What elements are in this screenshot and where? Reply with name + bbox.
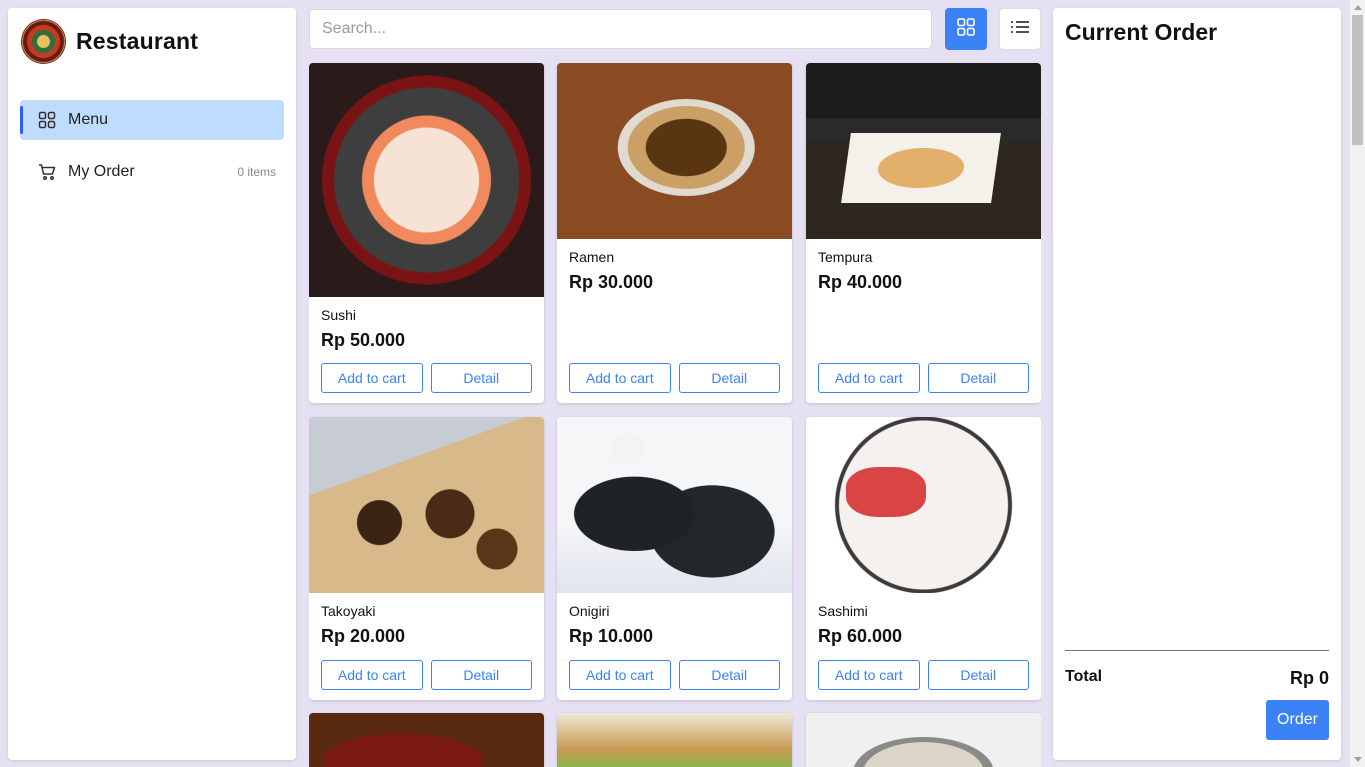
menu-card-tempura: Tempura Rp 40.000 Add to cart Detail	[806, 63, 1041, 403]
grid-view-button[interactable]	[945, 8, 987, 50]
item-price: Rp 60.000	[818, 626, 903, 646]
item-price: Rp 10.000	[569, 626, 654, 646]
item-price: Rp 50.000	[321, 330, 406, 350]
menu-card-sashimi: Sashimi Rp 60.000 Add to cart Detail	[806, 417, 1041, 700]
sidebar-item-menu[interactable]: Menu	[20, 100, 284, 140]
sidebar-item-my-order[interactable]: My Order 0 items	[20, 152, 284, 192]
restaurant-logo-icon	[22, 20, 65, 63]
detail-button[interactable]: Detail	[927, 363, 1029, 393]
brand[interactable]: Restaurant	[22, 20, 198, 63]
sidebar-item-label: Menu	[68, 111, 109, 128]
current-order-panel: Current Order Total Rp 0 Order	[1053, 8, 1341, 760]
detail-button[interactable]: Detail	[430, 363, 532, 393]
add-to-cart-button[interactable]: Add to cart	[321, 660, 423, 690]
order-count-badge: 0 items	[237, 165, 276, 179]
page-scrollbar[interactable]	[1350, 0, 1365, 767]
food-image	[806, 713, 1041, 767]
scroll-down-arrow-icon[interactable]	[1354, 757, 1362, 762]
order-button[interactable]: Order	[1266, 700, 1329, 740]
sidebar-item-label: My Order	[68, 163, 135, 180]
ramen-image	[557, 63, 792, 239]
item-name: Tempura	[818, 249, 873, 265]
detail-button[interactable]: Detail	[430, 660, 532, 690]
list-view-button[interactable]	[999, 8, 1041, 50]
brand-name: Restaurant	[76, 28, 199, 54]
order-title: Current Order	[1065, 19, 1218, 45]
scroll-up-arrow-icon[interactable]	[1354, 5, 1362, 10]
item-name: Takoyaki	[321, 603, 376, 619]
detail-button[interactable]: Detail	[927, 660, 1029, 690]
grid-icon	[38, 111, 56, 129]
sushi-image	[309, 63, 544, 297]
takoyaki-image	[309, 417, 544, 593]
onigiri-image	[557, 417, 792, 593]
item-name: Ramen	[569, 249, 615, 265]
total-label: Total	[1065, 668, 1103, 685]
add-to-cart-button[interactable]: Add to cart	[818, 660, 920, 690]
sidebar-nav: Menu My Order 0 items	[20, 100, 284, 204]
item-name: Onigiri	[569, 603, 610, 619]
menu-card-takoyaki: Takoyaki Rp 20.000 Add to cart Detail	[309, 417, 544, 700]
menu-grid: Sushi Rp 50.000 Add to cart Detail Ramen…	[309, 63, 1041, 767]
list-view-icon	[1010, 19, 1030, 40]
item-price: Rp 30.000	[569, 272, 654, 292]
menu-card-partial	[309, 713, 544, 767]
scrollbar-thumb[interactable]	[1352, 15, 1363, 145]
detail-button[interactable]: Detail	[678, 660, 780, 690]
divider	[1065, 650, 1329, 651]
add-to-cart-button[interactable]: Add to cart	[321, 363, 423, 393]
search-input[interactable]	[309, 9, 932, 49]
sashimi-image	[806, 417, 1041, 593]
item-price: Rp 20.000	[321, 626, 406, 646]
add-to-cart-button[interactable]: Add to cart	[569, 363, 671, 393]
add-to-cart-button[interactable]: Add to cart	[569, 660, 671, 690]
item-name: Sushi	[321, 307, 357, 323]
menu-card-partial	[806, 713, 1041, 767]
menu-card-partial	[557, 713, 792, 767]
menu-card-onigiri: Onigiri Rp 10.000 Add to cart Detail	[557, 417, 792, 700]
item-price: Rp 40.000	[818, 272, 903, 292]
sidebar: Restaurant Menu My Order 0 items	[8, 8, 296, 760]
cart-icon	[38, 163, 56, 181]
menu-card-ramen: Ramen Rp 30.000 Add to cart Detail	[557, 63, 792, 403]
grid-view-icon	[956, 17, 976, 42]
food-image	[557, 713, 792, 767]
food-image	[309, 713, 544, 767]
tempura-image	[806, 63, 1041, 239]
menu-card-sushi: Sushi Rp 50.000 Add to cart Detail	[309, 63, 544, 403]
add-to-cart-button[interactable]: Add to cart	[818, 363, 920, 393]
total-value: Rp 0	[1289, 668, 1329, 688]
detail-button[interactable]: Detail	[678, 363, 780, 393]
item-name: Sashimi	[818, 603, 868, 619]
